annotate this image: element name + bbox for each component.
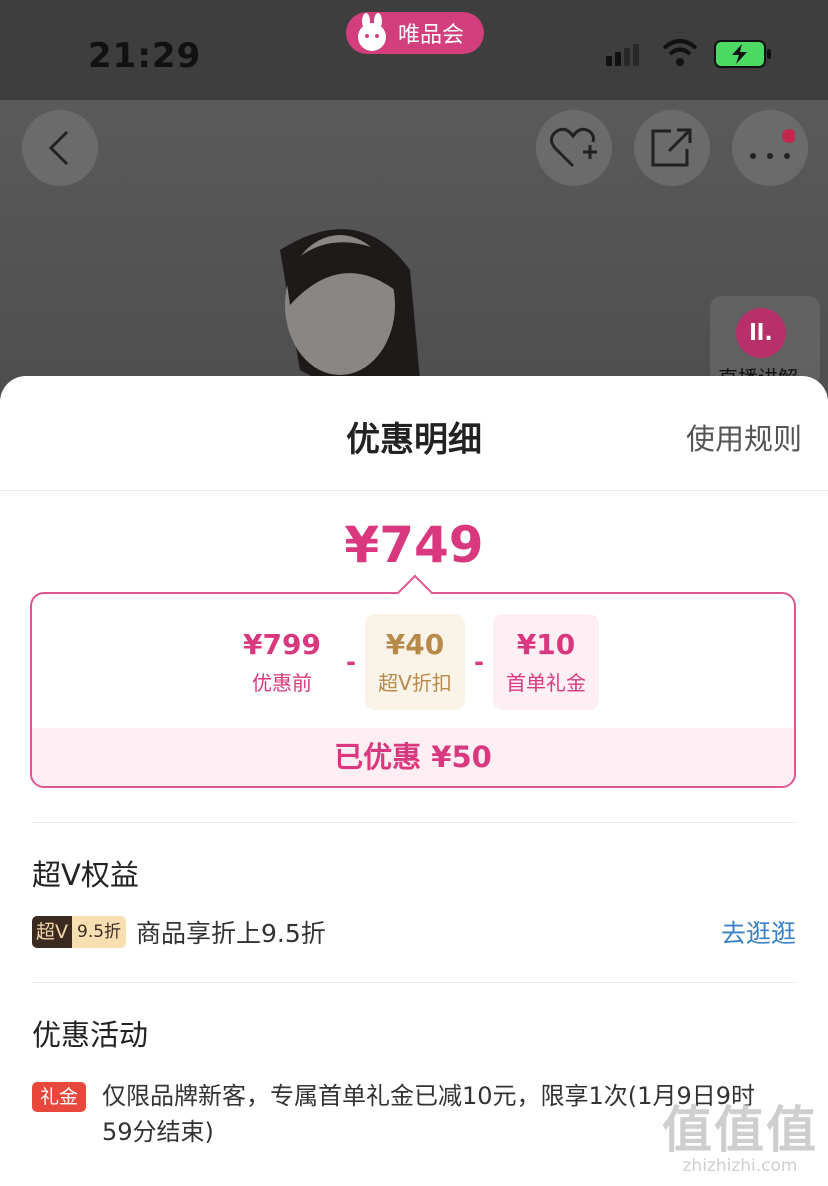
- svip-badge-discount: 9.5折: [72, 916, 127, 948]
- back-button[interactable]: [22, 110, 98, 186]
- gift-label: 首单礼金: [506, 671, 586, 695]
- gift-amount: ¥10: [516, 628, 576, 661]
- watermark-url: zhizhizhi.com: [682, 1156, 798, 1176]
- favorite-button[interactable]: [536, 110, 612, 186]
- product-page-overlay: 21:29 唯品会 ll.: [0, 0, 828, 400]
- svip-discount-label: 超V折扣: [378, 671, 452, 695]
- app-name: 唯品会: [398, 23, 465, 48]
- status-bar: 21:29 唯品会: [0, 0, 828, 100]
- total-saved-bar: 已优惠 ¥50: [32, 728, 794, 786]
- svip-section-title: 超V权益: [32, 858, 139, 892]
- model-photo: [280, 229, 540, 400]
- original-price-amount: ¥799: [243, 628, 321, 661]
- first-order-gift-item: ¥10 首单礼金: [493, 614, 599, 710]
- watermark-logo: 值值值: [662, 1101, 818, 1159]
- promo-section-title: 优惠活动: [32, 1018, 149, 1052]
- battery-icon: [714, 40, 772, 72]
- wifi-icon: [662, 38, 698, 72]
- heart-plus-icon: [550, 127, 597, 168]
- svip-badge-label: 超V: [32, 916, 72, 948]
- app-return-pill[interactable]: 唯品会: [346, 12, 484, 54]
- live-explain-button[interactable]: ll. 直播讲解: [710, 296, 820, 390]
- cellular-signal-icon: [606, 44, 639, 66]
- gift-tag: 礼金: [32, 1082, 87, 1112]
- breakdown-pointer: [396, 574, 434, 612]
- usage-rules-link[interactable]: 使用规则: [686, 416, 802, 458]
- svip-badge: 超V 9.5折: [32, 916, 127, 948]
- final-price: ¥749: [344, 516, 484, 574]
- more-dots-icon: [750, 129, 795, 159]
- chevron-left-icon: [48, 130, 69, 166]
- browse-link[interactable]: 去逛逛: [721, 914, 796, 950]
- sheet-header: 优惠明细 使用规则: [0, 376, 828, 491]
- live-icon: ll.: [736, 308, 786, 358]
- discount-detail-sheet: 优惠明细 使用规则 ¥749 ¥799 优惠前 - ¥40 超V折扣 - ¥10…: [0, 376, 828, 1186]
- divider: [32, 822, 796, 823]
- price-breakdown-card: ¥799 优惠前 - ¥40 超V折扣 - ¥10 首单礼金 已优惠 ¥50: [30, 574, 796, 788]
- share-icon: [651, 128, 692, 167]
- svip-benefit-text: 商品享折上9.5折: [136, 919, 326, 948]
- minus-sign: -: [346, 648, 356, 676]
- svip-discount-item: ¥40 超V折扣: [365, 614, 465, 710]
- svip-benefit-row: 超V 9.5折 商品享折上9.5折 去逛逛: [32, 916, 796, 952]
- original-price-item: ¥799 优惠前: [227, 614, 337, 710]
- minus-sign: -: [474, 648, 484, 676]
- status-time: 21:29: [88, 36, 202, 76]
- share-button[interactable]: [634, 110, 710, 186]
- more-button[interactable]: [732, 110, 808, 186]
- original-price-label: 优惠前: [252, 671, 312, 695]
- divider: [32, 982, 796, 983]
- svip-discount-amount: ¥40: [385, 628, 445, 661]
- site-watermark: 值值值 zhizhizhi.com: [662, 1104, 818, 1176]
- rabbit-logo-icon: [352, 13, 392, 53]
